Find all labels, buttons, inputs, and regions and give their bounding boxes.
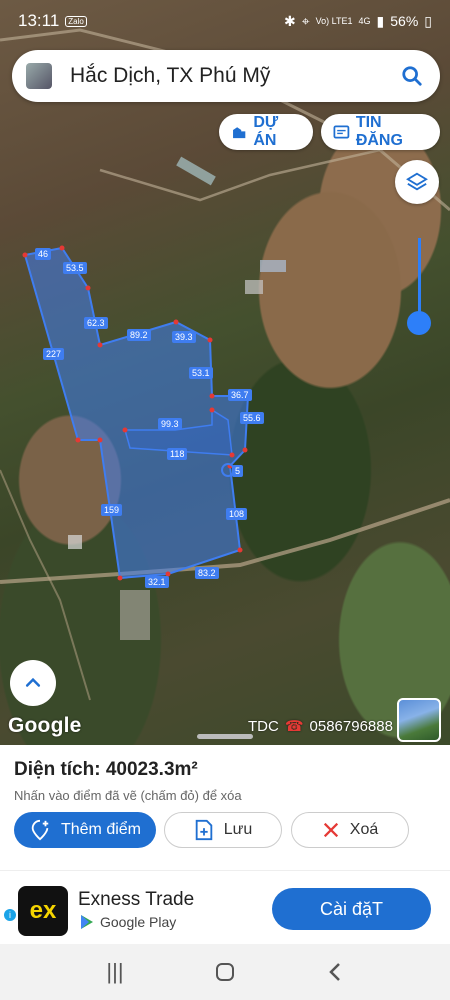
ad-title: Exness Trade — [78, 889, 195, 910]
bluetooth-icon: ✱ — [284, 12, 296, 29]
google-play-icon — [81, 915, 93, 929]
tin-dang-chip[interactable]: TIN ĐĂNG — [321, 114, 440, 150]
edge-label: 108 — [226, 508, 248, 520]
listing-icon — [333, 125, 350, 139]
expand-up-button[interactable] — [10, 660, 56, 706]
phone-icon: ☎ — [284, 718, 304, 735]
recents-icon: ||| — [106, 959, 124, 984]
edge-label: 5 — [232, 465, 244, 477]
layers-button[interactable] — [395, 160, 439, 204]
edge-label: 36.7 — [228, 389, 252, 401]
area-sheet: Diện tích: 40023.3m² Nhấn vào điểm đã vẽ… — [0, 745, 450, 870]
tin-dang-label: TIN ĐĂNG — [355, 114, 403, 149]
save-file-icon — [195, 819, 212, 841]
signal-type-label: 4G — [358, 15, 371, 26]
area-value: Diện tích: 40023.3m² — [14, 759, 198, 780]
location-icon: ⌖ — [301, 12, 310, 29]
add-point-button[interactable]: Thêm điểm — [14, 812, 156, 848]
sheet-drag-handle[interactable] — [197, 734, 253, 739]
network-label: Vo) LTE1 — [315, 15, 353, 26]
du-an-chip[interactable]: DỰ ÁN — [219, 114, 313, 150]
google-logo: Google — [8, 714, 82, 737]
back-icon — [329, 963, 340, 981]
edge-label: 53.1 — [189, 367, 213, 379]
save-button[interactable]: Lưu — [164, 812, 282, 848]
home-icon — [216, 963, 234, 981]
status-time: 13:11 — [18, 11, 60, 30]
chevron-up-icon — [25, 677, 41, 687]
edge-label: 55.6 — [240, 412, 264, 424]
edge-label: 99.3 — [158, 418, 182, 430]
zalo-notification-icon: Zalo — [65, 15, 87, 27]
ad-store: Google Play — [80, 914, 176, 930]
delete-button[interactable]: Xoá — [291, 812, 409, 848]
delete-label: Xoá — [349, 821, 379, 838]
status-icons: ✱ ⌖ Vo) LTE1 4G ▮ 56% ▯ — [284, 13, 432, 30]
add-point-label: Thêm điểm — [60, 821, 142, 838]
edge-label: 159 — [101, 504, 123, 516]
contact-phone[interactable]: 0586796888 — [310, 718, 393, 735]
ad-info-icon[interactable]: i — [4, 909, 16, 921]
status-bar: 13:11 Zalo ✱ ⌖ Vo) LTE1 4G ▮ 56% ▯ — [0, 0, 450, 42]
building-icon — [233, 127, 246, 139]
edge-label: 39.3 — [172, 331, 196, 343]
ad-store-label: Google Play — [100, 914, 177, 930]
recent-apps-button[interactable]: ||| — [95, 952, 135, 992]
satellite-map[interactable]: 46 53.5 62.3 89.2 39.3 53.1 36.7 55.6 99… — [0, 0, 450, 745]
edge-label: 53.5 — [63, 262, 87, 274]
edge-label: 89.2 — [127, 329, 151, 341]
edge-label: 46 — [35, 248, 52, 260]
home-button[interactable] — [205, 952, 245, 992]
ad-banner[interactable]: i ex Exness Trade Google Play Cài đặT — [0, 870, 450, 944]
back-button[interactable] — [315, 952, 355, 992]
layers-icon — [406, 172, 428, 191]
delete-hint: Nhấn vào điểm đã vẽ (chấm đỏ) để xóa — [14, 788, 242, 803]
add-location-icon — [31, 819, 49, 841]
search-button[interactable] — [392, 56, 432, 96]
edge-label: 118 — [167, 448, 188, 460]
battery-icon: ▯ — [424, 12, 432, 29]
search-input[interactable]: Hắc Dịch, TX Phú Mỹ — [70, 64, 392, 88]
install-button[interactable]: Cài đặT — [272, 888, 431, 930]
map-type-thumbnail[interactable] — [397, 698, 441, 742]
opacity-slider-track[interactable] — [418, 238, 421, 320]
signal-icon: ▮ — [376, 12, 385, 29]
map-overlay — [0, 28, 450, 701]
system-nav-bar: ||| — [0, 944, 450, 1000]
edge-label: 83.2 — [195, 567, 219, 579]
exness-logo: ex — [18, 886, 68, 936]
search-bar[interactable]: Hắc Dịch, TX Phú Mỹ — [12, 50, 440, 102]
search-icon — [402, 66, 422, 86]
edge-label: 227 — [43, 348, 65, 360]
du-an-label: DỰ ÁN — [253, 114, 279, 149]
location-thumbnail[interactable] — [26, 63, 52, 89]
close-icon — [323, 822, 338, 838]
contact-name: TDC — [248, 717, 279, 735]
contact-info[interactable]: TDC ☎ 0586796888 — [248, 717, 393, 736]
save-label: Lưu — [223, 821, 253, 838]
edge-label: 32.1 — [145, 576, 169, 588]
opacity-slider-knob[interactable] — [407, 311, 431, 335]
battery-level: 56% — [390, 13, 419, 29]
edge-label: 62.3 — [84, 317, 108, 329]
